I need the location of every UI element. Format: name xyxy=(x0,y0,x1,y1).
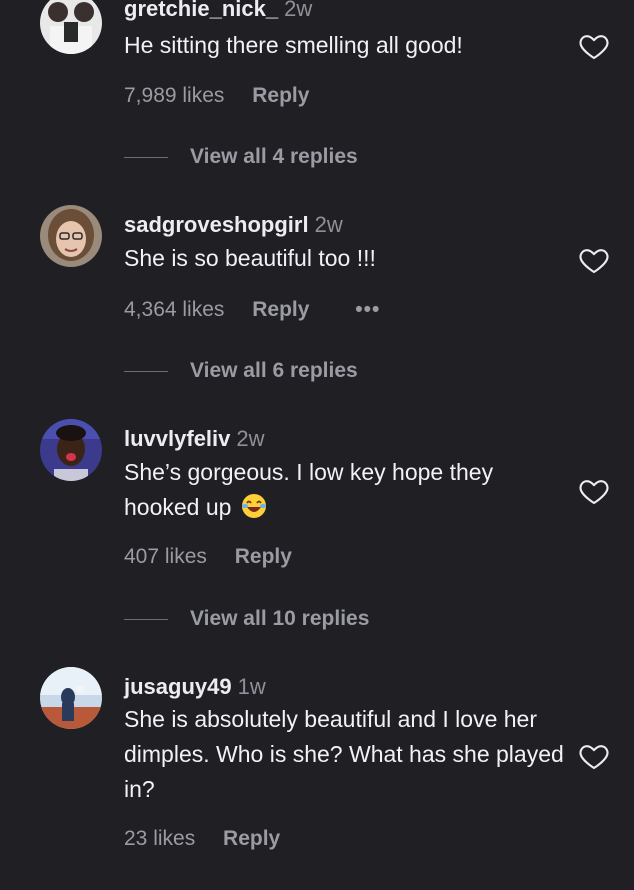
reply-button[interactable]: Reply xyxy=(252,298,309,321)
view-replies-button[interactable]: View all 6 replies xyxy=(124,359,358,387)
comment-text: She is absolutely beautiful and I love h… xyxy=(124,706,564,802)
like-heart-icon[interactable] xyxy=(578,475,610,507)
laughing-tears-emoji-icon xyxy=(241,493,267,519)
comment-time: 2w xyxy=(236,426,265,451)
comment-username[interactable]: sadgroveshopgirl 2w xyxy=(124,212,343,238)
comment-time: 2w xyxy=(284,0,313,21)
comment-username[interactable]: jusaguy49 1w xyxy=(124,674,266,700)
avatar[interactable] xyxy=(40,0,102,54)
like-heart-icon[interactable] xyxy=(578,244,610,276)
divider-line xyxy=(124,370,168,372)
divider-line xyxy=(124,156,168,158)
like-heart-icon[interactable] xyxy=(578,30,610,62)
avatar[interactable] xyxy=(40,205,102,267)
like-count: 7,989 likes xyxy=(124,84,225,107)
like-count: 407 likes xyxy=(124,545,207,568)
like-count: 4,364 likes xyxy=(124,298,225,321)
comment-time: 2w xyxy=(314,212,343,237)
reply-button[interactable]: Reply xyxy=(252,84,309,107)
comment-text: She’s gorgeous. I low key hope they hook… xyxy=(124,459,494,520)
comment-username[interactable]: luvvlyfeliv 2w xyxy=(124,426,265,452)
comment-username[interactable]: gretchie_nick_ 2w xyxy=(124,0,312,22)
like-count: 23 likes xyxy=(124,827,196,850)
like-heart-icon[interactable] xyxy=(578,740,610,772)
reply-button[interactable]: Reply xyxy=(235,545,292,568)
comment-time: 1w xyxy=(237,674,266,699)
reply-button[interactable]: Reply xyxy=(223,827,280,850)
view-replies-button[interactable]: View all 4 replies xyxy=(124,145,358,173)
more-options-icon[interactable]: ••• xyxy=(355,298,380,321)
comment-text: She is so beautiful too !!! xyxy=(124,245,376,271)
view-replies-button[interactable]: View all 10 replies xyxy=(124,607,369,635)
avatar[interactable] xyxy=(40,667,102,729)
avatar[interactable] xyxy=(40,419,102,481)
comment-text: He sitting there smelling all good! xyxy=(124,32,463,58)
divider-line xyxy=(124,618,168,620)
